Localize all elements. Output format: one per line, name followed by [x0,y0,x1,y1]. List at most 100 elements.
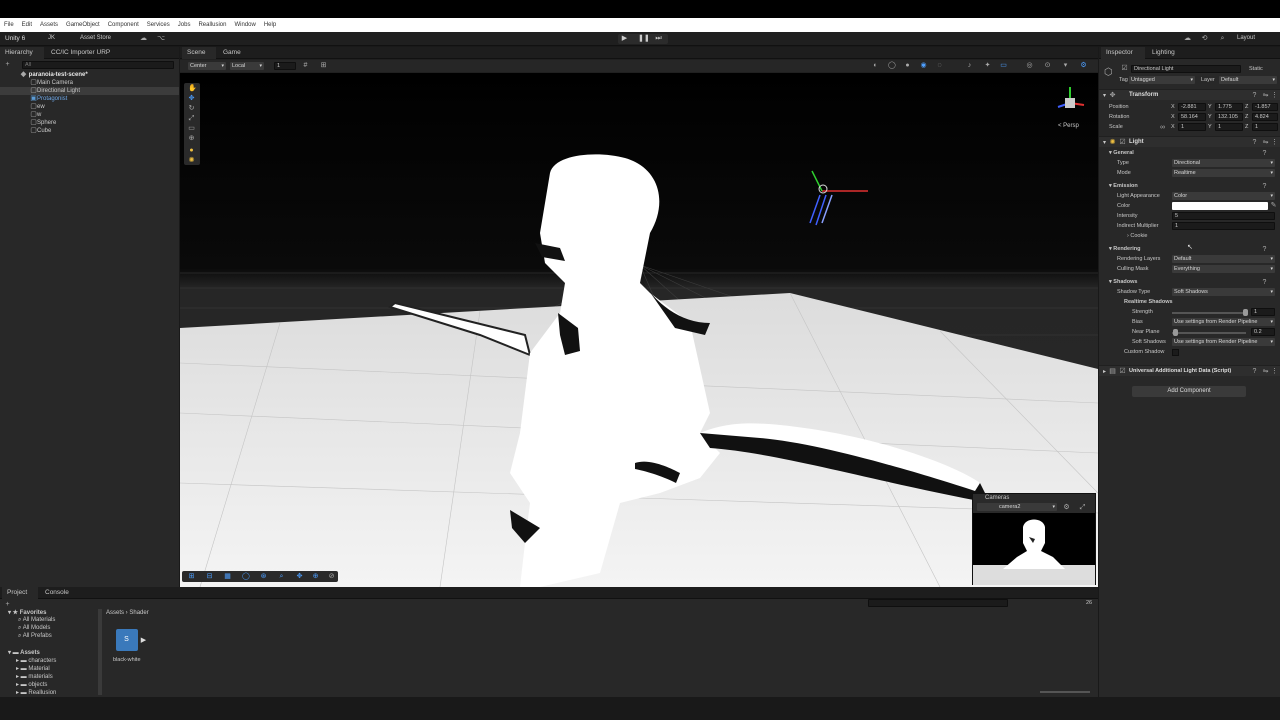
light-header[interactable]: ▾ ✺ ☑ Light ? ⇋ ⋮ [1099,136,1280,147]
culling-mask-dropdown[interactable]: Everything [1172,265,1275,273]
help-icon[interactable]: ? [1251,368,1258,375]
fav-all-models[interactable]: ⌕ All Models [18,625,50,632]
hierarchy-item-ew[interactable]: ▢ew [0,103,179,111]
more-icon[interactable]: ⋮ [1271,139,1278,146]
menu-component[interactable]: Component [108,22,139,28]
folder-material[interactable]: ▸ ▬ Material [16,665,50,672]
active-checkbox[interactable]: ☑ [1121,65,1128,72]
orientation-gizmo[interactable] [1050,83,1090,123]
eyedropper-icon[interactable]: ✎ [1270,202,1277,209]
shader-file-label[interactable]: black-white [113,657,141,663]
step-icon[interactable]: ⏭ [655,35,662,42]
near-plane-slider[interactable] [1172,332,1246,334]
help-icon[interactable]: ? [1261,279,1268,286]
near-plane-field[interactable]: 0.2 [1251,328,1275,336]
light-probe-icon[interactable]: ● [188,147,195,154]
light-appearance-dropdown[interactable]: Color [1172,192,1275,200]
shaded-icon[interactable]: ● [904,62,911,69]
hierarchy-item-directional-light[interactable]: ▢Directional Light [0,87,179,95]
general-section[interactable]: ▾ General [1109,150,1134,156]
rendering-section[interactable]: ▾ Rendering [1109,246,1141,252]
scene-root[interactable]: ◆ paranoia-test-scene* [0,71,179,79]
version-control-icon[interactable]: ⌥ [157,35,165,42]
menu-gameobject[interactable]: GameObject [66,22,100,28]
hand-tool-icon[interactable]: ✋ [188,85,197,92]
folder-objects[interactable]: ▸ ▬ objects [16,681,47,688]
menu-window[interactable]: Window [234,22,255,28]
tool-9-icon[interactable]: ⊘ [328,573,335,580]
position-x-field[interactable]: -2.881 [1178,103,1206,111]
collab-icon[interactable]: ☁ [1184,35,1191,42]
breadcrumb-shader[interactable]: Shader [129,610,148,616]
move-tool-icon[interactable]: ✥ [188,95,195,102]
menu-help[interactable]: Help [264,22,276,28]
additional-light-data-header[interactable]: ▸ ▤ ☑ Universal Additional Light Data (S… [1099,365,1280,376]
effects-icon[interactable]: ✦ [984,62,991,69]
object-name-field[interactable]: Directional Light [1131,65,1241,73]
space-dropdown[interactable]: Local [230,62,264,70]
hierarchy-item-sphere[interactable]: ▢Sphere [0,119,179,127]
help-icon[interactable]: ? [1261,246,1268,253]
tab-scene[interactable]: Scene [182,47,216,59]
pivot-dropdown[interactable]: Center [188,62,226,70]
scene-settings-icon[interactable]: ⚙ [1080,62,1087,69]
bias-dropdown[interactable]: Use settings from Render Pipeline [1172,318,1275,326]
increment-snap-icon[interactable]: ⊞ [320,62,327,69]
tool-1-icon[interactable]: ⊞ [188,573,195,580]
cloud-icon[interactable]: ☁ [140,35,147,42]
favorites-section[interactable]: ▾ ★ Favorites [8,609,46,616]
camera-icon[interactable]: ▭ [1000,62,1007,69]
scale-z-field[interactable]: 1 [1252,123,1278,131]
light-tool-icon[interactable]: ✺ [188,157,195,164]
position-y-field[interactable]: 1.775 [1215,103,1243,111]
tool-2-icon[interactable]: ⊟ [206,573,213,580]
rect-tool-icon[interactable]: ▭ [188,125,195,132]
tool-7-icon[interactable]: ✥ [296,573,303,580]
more-icon[interactable]: ⋮ [1271,368,1278,375]
rotation-z-field[interactable]: 4.824 [1252,113,1278,121]
folder-materials[interactable]: ▸ ▬ materials [16,673,53,680]
constrain-proportions-icon[interactable]: ∞ [1159,124,1166,131]
preset-icon[interactable]: ⇋ [1262,368,1269,375]
add-icon[interactable]: + [4,601,11,608]
add-component-button[interactable]: Add Component [1132,386,1246,397]
scale-x-field[interactable]: 1 [1178,123,1206,131]
fav-all-materials[interactable]: ⌕ All Materials [18,617,55,624]
strength-field[interactable]: 1 [1251,308,1275,316]
position-z-field[interactable]: -1.857 [1252,103,1278,111]
rotate-tool-icon[interactable]: ↻ [188,105,195,112]
folder-characters[interactable]: ▸ ▬ characters [16,657,56,664]
static-toggle[interactable]: Static [1249,66,1263,72]
hierarchy-item-protagonist[interactable]: ▣Protagonist [0,95,179,103]
scene-viewport[interactable]: < Persp ✋ ✥ ↻ ⤢ ▭ ⊕ ● ✺ ⊞ ⊟ ▦ ◯ ⊛ ⌕ ✥ ⊕ … [180,73,1098,587]
tab-project[interactable]: Project [2,587,38,599]
grid-snap-icon[interactable]: # [302,62,309,69]
tab-inspector[interactable]: Inspector [1101,47,1145,59]
soft-shadows-dropdown[interactable]: Use settings from Render Pipeline [1172,338,1275,346]
hierarchy-item-w[interactable]: ▢w [0,111,179,119]
project-tree-scrollbar[interactable] [98,609,102,695]
help-icon[interactable]: ? [1251,92,1258,99]
cookie-foldout[interactable]: › Cookie [1127,233,1148,239]
play-icon[interactable]: ▶ [621,35,628,42]
audio-icon[interactable]: ♪ [966,62,973,69]
emission-section[interactable]: ▾ Emission [1109,183,1138,189]
2d-toggle-icon[interactable]: ◌ [936,62,943,69]
asset-store-dropdown[interactable]: Asset Store [80,35,111,41]
fav-all-prefabs[interactable]: ⌕ All Prefabs [18,633,52,640]
camera-fit-icon[interactable]: ⤢ [1079,504,1086,511]
light-mode-dropdown[interactable]: Realtime [1172,169,1275,177]
tab-console[interactable]: Console [40,587,78,599]
project-search-input[interactable] [868,599,1008,607]
projection-label[interactable]: < Persp [1058,123,1079,129]
grid-snap-field[interactable]: 1 [274,62,296,70]
tool-3-icon[interactable]: ▦ [224,573,231,580]
rotation-y-field[interactable]: 132.105 [1215,113,1243,121]
more-icon[interactable]: ⋮ [1271,92,1278,99]
icon-size-slider[interactable] [1040,691,1090,693]
preset-icon[interactable]: ⇋ [1262,92,1269,99]
rotation-x-field[interactable]: 58.164 [1178,113,1206,121]
lighting-toggle-icon[interactable]: ◉ [920,62,927,69]
tab-hierarchy[interactable]: Hierarchy [0,47,44,59]
account-dropdown[interactable]: JK [48,35,55,41]
